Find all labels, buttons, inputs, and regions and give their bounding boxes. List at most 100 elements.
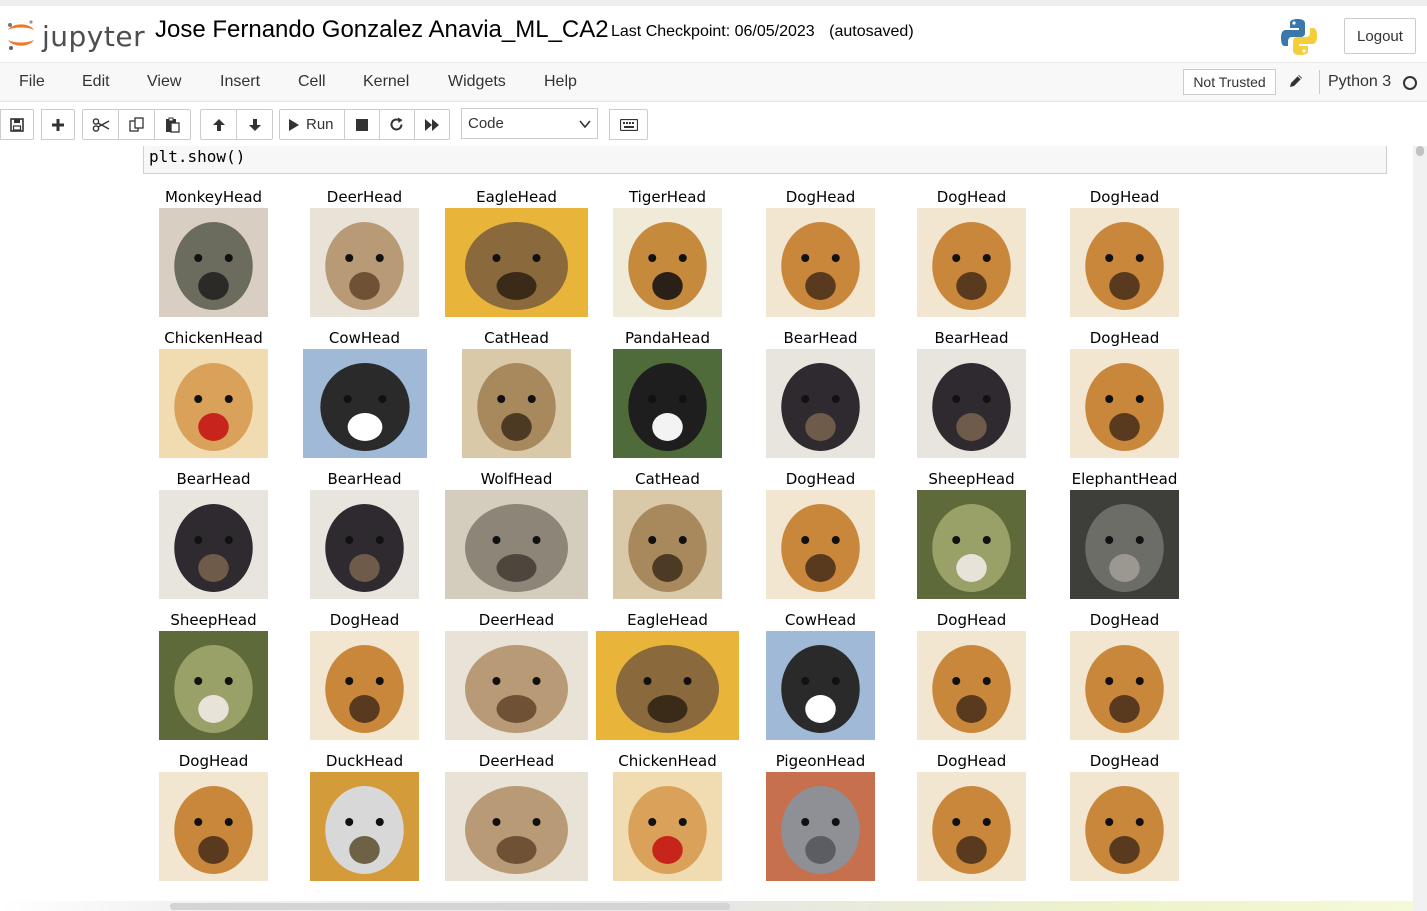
image-title: CowHead bbox=[328, 329, 401, 347]
image-title: CatHead bbox=[484, 329, 549, 347]
jupyter-logo-icon bbox=[8, 20, 34, 50]
animal-image bbox=[1070, 208, 1179, 317]
animal-photo-placeholder bbox=[613, 208, 722, 317]
animal-photo-placeholder bbox=[1070, 490, 1179, 599]
menu-help[interactable]: Help bbox=[544, 73, 577, 91]
image-title: CowHead bbox=[784, 611, 857, 629]
image-title: DeerHead bbox=[326, 188, 403, 206]
cell-type-select[interactable]: Code bbox=[461, 108, 598, 139]
play-icon bbox=[289, 118, 299, 131]
image-title: DogHead bbox=[936, 611, 1007, 629]
animal-photo-placeholder bbox=[159, 490, 268, 599]
menu-widgets[interactable]: Widgets bbox=[448, 73, 506, 91]
output-image-tile: DogHead bbox=[746, 468, 895, 609]
image-title: DogHead bbox=[1089, 752, 1160, 770]
jupyter-logo[interactable]: jupyter bbox=[4, 14, 145, 58]
animal-image bbox=[596, 631, 739, 740]
stop-icon bbox=[355, 118, 368, 131]
output-image-tile: BearHead bbox=[746, 327, 895, 468]
arrow-down-icon bbox=[248, 118, 261, 131]
toolbar-group-run: Run bbox=[279, 109, 450, 140]
plus-icon bbox=[52, 118, 64, 131]
toolbar-group-move bbox=[200, 109, 273, 140]
menu-cell[interactable]: Cell bbox=[298, 73, 326, 91]
animal-image bbox=[159, 490, 268, 599]
copy-button[interactable] bbox=[118, 109, 155, 140]
animal-photo-placeholder bbox=[159, 208, 268, 317]
animal-image bbox=[917, 208, 1026, 317]
animal-image bbox=[766, 349, 875, 458]
image-title: DogHead bbox=[1089, 329, 1160, 347]
move-down-button[interactable] bbox=[236, 109, 273, 140]
notebook-container: plt.show() MonkeyHead DeerHead EagleHead Ti… bbox=[0, 146, 1427, 911]
restart-run-all-button[interactable] bbox=[413, 109, 450, 140]
notebook-name[interactable]: Jose Fernando Gonzalez Anavia_ML_CA2 bbox=[155, 16, 609, 44]
output-image-tile: PandaHead bbox=[593, 327, 742, 468]
animal-photo-placeholder bbox=[1070, 631, 1179, 740]
save-button[interactable] bbox=[0, 109, 34, 140]
image-title: PigeonHead bbox=[775, 752, 866, 770]
animal-photo-placeholder bbox=[445, 631, 588, 740]
animal-photo-placeholder bbox=[596, 631, 739, 740]
menu-edit[interactable]: Edit bbox=[82, 73, 110, 91]
output-image-tile: CatHead bbox=[593, 468, 742, 609]
run-button[interactable]: Run bbox=[279, 109, 345, 140]
animal-image bbox=[159, 349, 268, 458]
image-title: SheepHead bbox=[928, 470, 1015, 488]
scissors-icon bbox=[92, 117, 109, 132]
image-title: DeerHead bbox=[478, 752, 555, 770]
menu-file[interactable]: File bbox=[19, 73, 45, 91]
animal-photo-placeholder bbox=[462, 349, 571, 458]
image-title: BearHead bbox=[783, 329, 858, 347]
move-up-button[interactable] bbox=[200, 109, 237, 140]
output-image-tile: CowHead bbox=[746, 609, 895, 750]
arrow-up-icon bbox=[212, 118, 225, 131]
kernel-name[interactable]: Python 3 bbox=[1328, 73, 1391, 91]
logout-button[interactable]: Logout bbox=[1344, 18, 1416, 54]
interrupt-button[interactable] bbox=[343, 109, 380, 140]
save-icon bbox=[10, 117, 24, 132]
animal-photo-placeholder bbox=[917, 208, 1026, 317]
python-logo-icon bbox=[1281, 19, 1317, 55]
image-title: DogHead bbox=[329, 611, 400, 629]
animal-photo-placeholder bbox=[310, 772, 419, 881]
animal-photo-placeholder bbox=[613, 490, 722, 599]
restart-kernel-button[interactable] bbox=[378, 109, 415, 140]
paste-button[interactable] bbox=[154, 109, 191, 140]
menu-kernel[interactable]: Kernel bbox=[363, 73, 409, 91]
output-image-tile: SheepHead bbox=[897, 468, 1046, 609]
not-trusted-button[interactable]: Not Trusted bbox=[1183, 69, 1276, 95]
image-title: TigerHead bbox=[628, 188, 706, 206]
image-title: DogHead bbox=[1089, 611, 1160, 629]
horizontal-scrollbar[interactable] bbox=[0, 901, 1413, 911]
image-title: ChickenHead bbox=[618, 752, 717, 770]
command-palette-button[interactable] bbox=[609, 109, 648, 140]
horizontal-scrollbar-thumb[interactable] bbox=[170, 903, 730, 910]
image-title: BearHead bbox=[934, 329, 1009, 347]
animal-image bbox=[1070, 349, 1179, 458]
output-image-tile: DogHead bbox=[139, 750, 288, 891]
menu-view[interactable]: View bbox=[147, 73, 181, 91]
image-title: EagleHead bbox=[627, 611, 708, 629]
output-image-tile: CowHead bbox=[283, 327, 447, 468]
output-image-tile: PigeonHead bbox=[746, 750, 895, 891]
vertical-scrollbar[interactable] bbox=[1413, 146, 1427, 911]
code-cell-input[interactable]: plt.show() bbox=[143, 146, 1387, 174]
pencil-icon[interactable] bbox=[1288, 73, 1304, 89]
toolbar-group-edit bbox=[82, 109, 191, 140]
vertical-scrollbar-thumb[interactable] bbox=[1416, 146, 1424, 156]
animal-image bbox=[613, 349, 722, 458]
output-image-tile: DogHead bbox=[897, 609, 1046, 750]
menu-insert[interactable]: Insert bbox=[220, 73, 260, 91]
output-image-tile: DeerHead bbox=[425, 750, 608, 891]
image-title: DuckHead bbox=[325, 752, 404, 770]
cut-button[interactable] bbox=[82, 109, 119, 140]
checkpoint-label: Last Checkpoint: 06/05/2023 bbox=[611, 23, 815, 40]
output-image-tile: ChickenHead bbox=[593, 750, 742, 891]
insert-cell-button[interactable] bbox=[41, 109, 75, 140]
image-title: ElephantHead bbox=[1071, 470, 1178, 488]
menubar: File Edit View Insert Cell Kernel Widget… bbox=[0, 62, 1427, 102]
image-title: DogHead bbox=[785, 188, 856, 206]
toolbar-group-save bbox=[0, 109, 34, 140]
output-image-tile: DogHead bbox=[1050, 186, 1199, 327]
